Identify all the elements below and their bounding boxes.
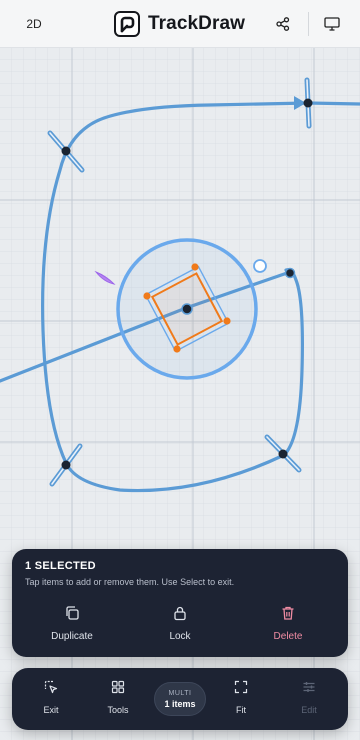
multi-key: MULTI xyxy=(168,689,192,697)
toolbar-divider xyxy=(308,12,309,36)
fit-label: Fit xyxy=(236,705,246,715)
selection-panel: 1 SELECTED Tap items to add or remove th… xyxy=(12,549,348,657)
share-icon[interactable] xyxy=(271,12,295,36)
app-logo-icon xyxy=(114,11,140,37)
lock-button[interactable]: Lock xyxy=(140,605,220,645)
tools-button[interactable]: Tools xyxy=(90,680,146,720)
tools-label: Tools xyxy=(107,705,129,715)
delete-button[interactable]: Delete xyxy=(248,605,328,645)
selection-hint: Tap items to add or remove them. Use Sel… xyxy=(25,577,235,587)
lock-icon xyxy=(172,605,188,626)
exit-button[interactable]: Exit xyxy=(23,680,79,720)
trash-icon xyxy=(280,605,296,626)
monitor-icon[interactable] xyxy=(320,12,344,36)
fit-view-icon xyxy=(234,680,248,699)
top-toolbar: 2D TrackDraw xyxy=(0,0,360,48)
object-center[interactable] xyxy=(181,303,193,315)
duplicate-label: Duplicate xyxy=(51,631,93,642)
fit-button[interactable]: Fit xyxy=(213,680,269,720)
edit-button[interactable]: Edit xyxy=(281,680,337,720)
waypoint-node[interactable] xyxy=(284,267,296,279)
selection-count: 1 SELECTED xyxy=(25,560,96,572)
rotation-handle[interactable] xyxy=(253,259,267,273)
exit-label: Exit xyxy=(43,705,59,715)
duplicate-button[interactable]: Duplicate xyxy=(32,605,112,645)
view-mode-toggle[interactable]: 2D xyxy=(18,12,50,36)
app-brand: TrackDraw xyxy=(114,10,245,38)
sliders-icon xyxy=(302,680,316,699)
multi-select-indicator[interactable]: MULTI 1 items xyxy=(154,682,206,716)
copy-icon xyxy=(64,605,80,626)
delete-label: Delete xyxy=(273,631,303,642)
cursor-select-icon xyxy=(44,680,58,699)
lock-label: Lock xyxy=(169,631,191,642)
multi-count: 1 items xyxy=(164,698,196,709)
app-title: TrackDraw xyxy=(148,13,246,34)
grid-icon xyxy=(111,680,125,699)
edit-label: Edit xyxy=(301,705,317,715)
bottom-toolbar: Exit Tools MULTI 1 items Fit Edit xyxy=(12,668,348,730)
